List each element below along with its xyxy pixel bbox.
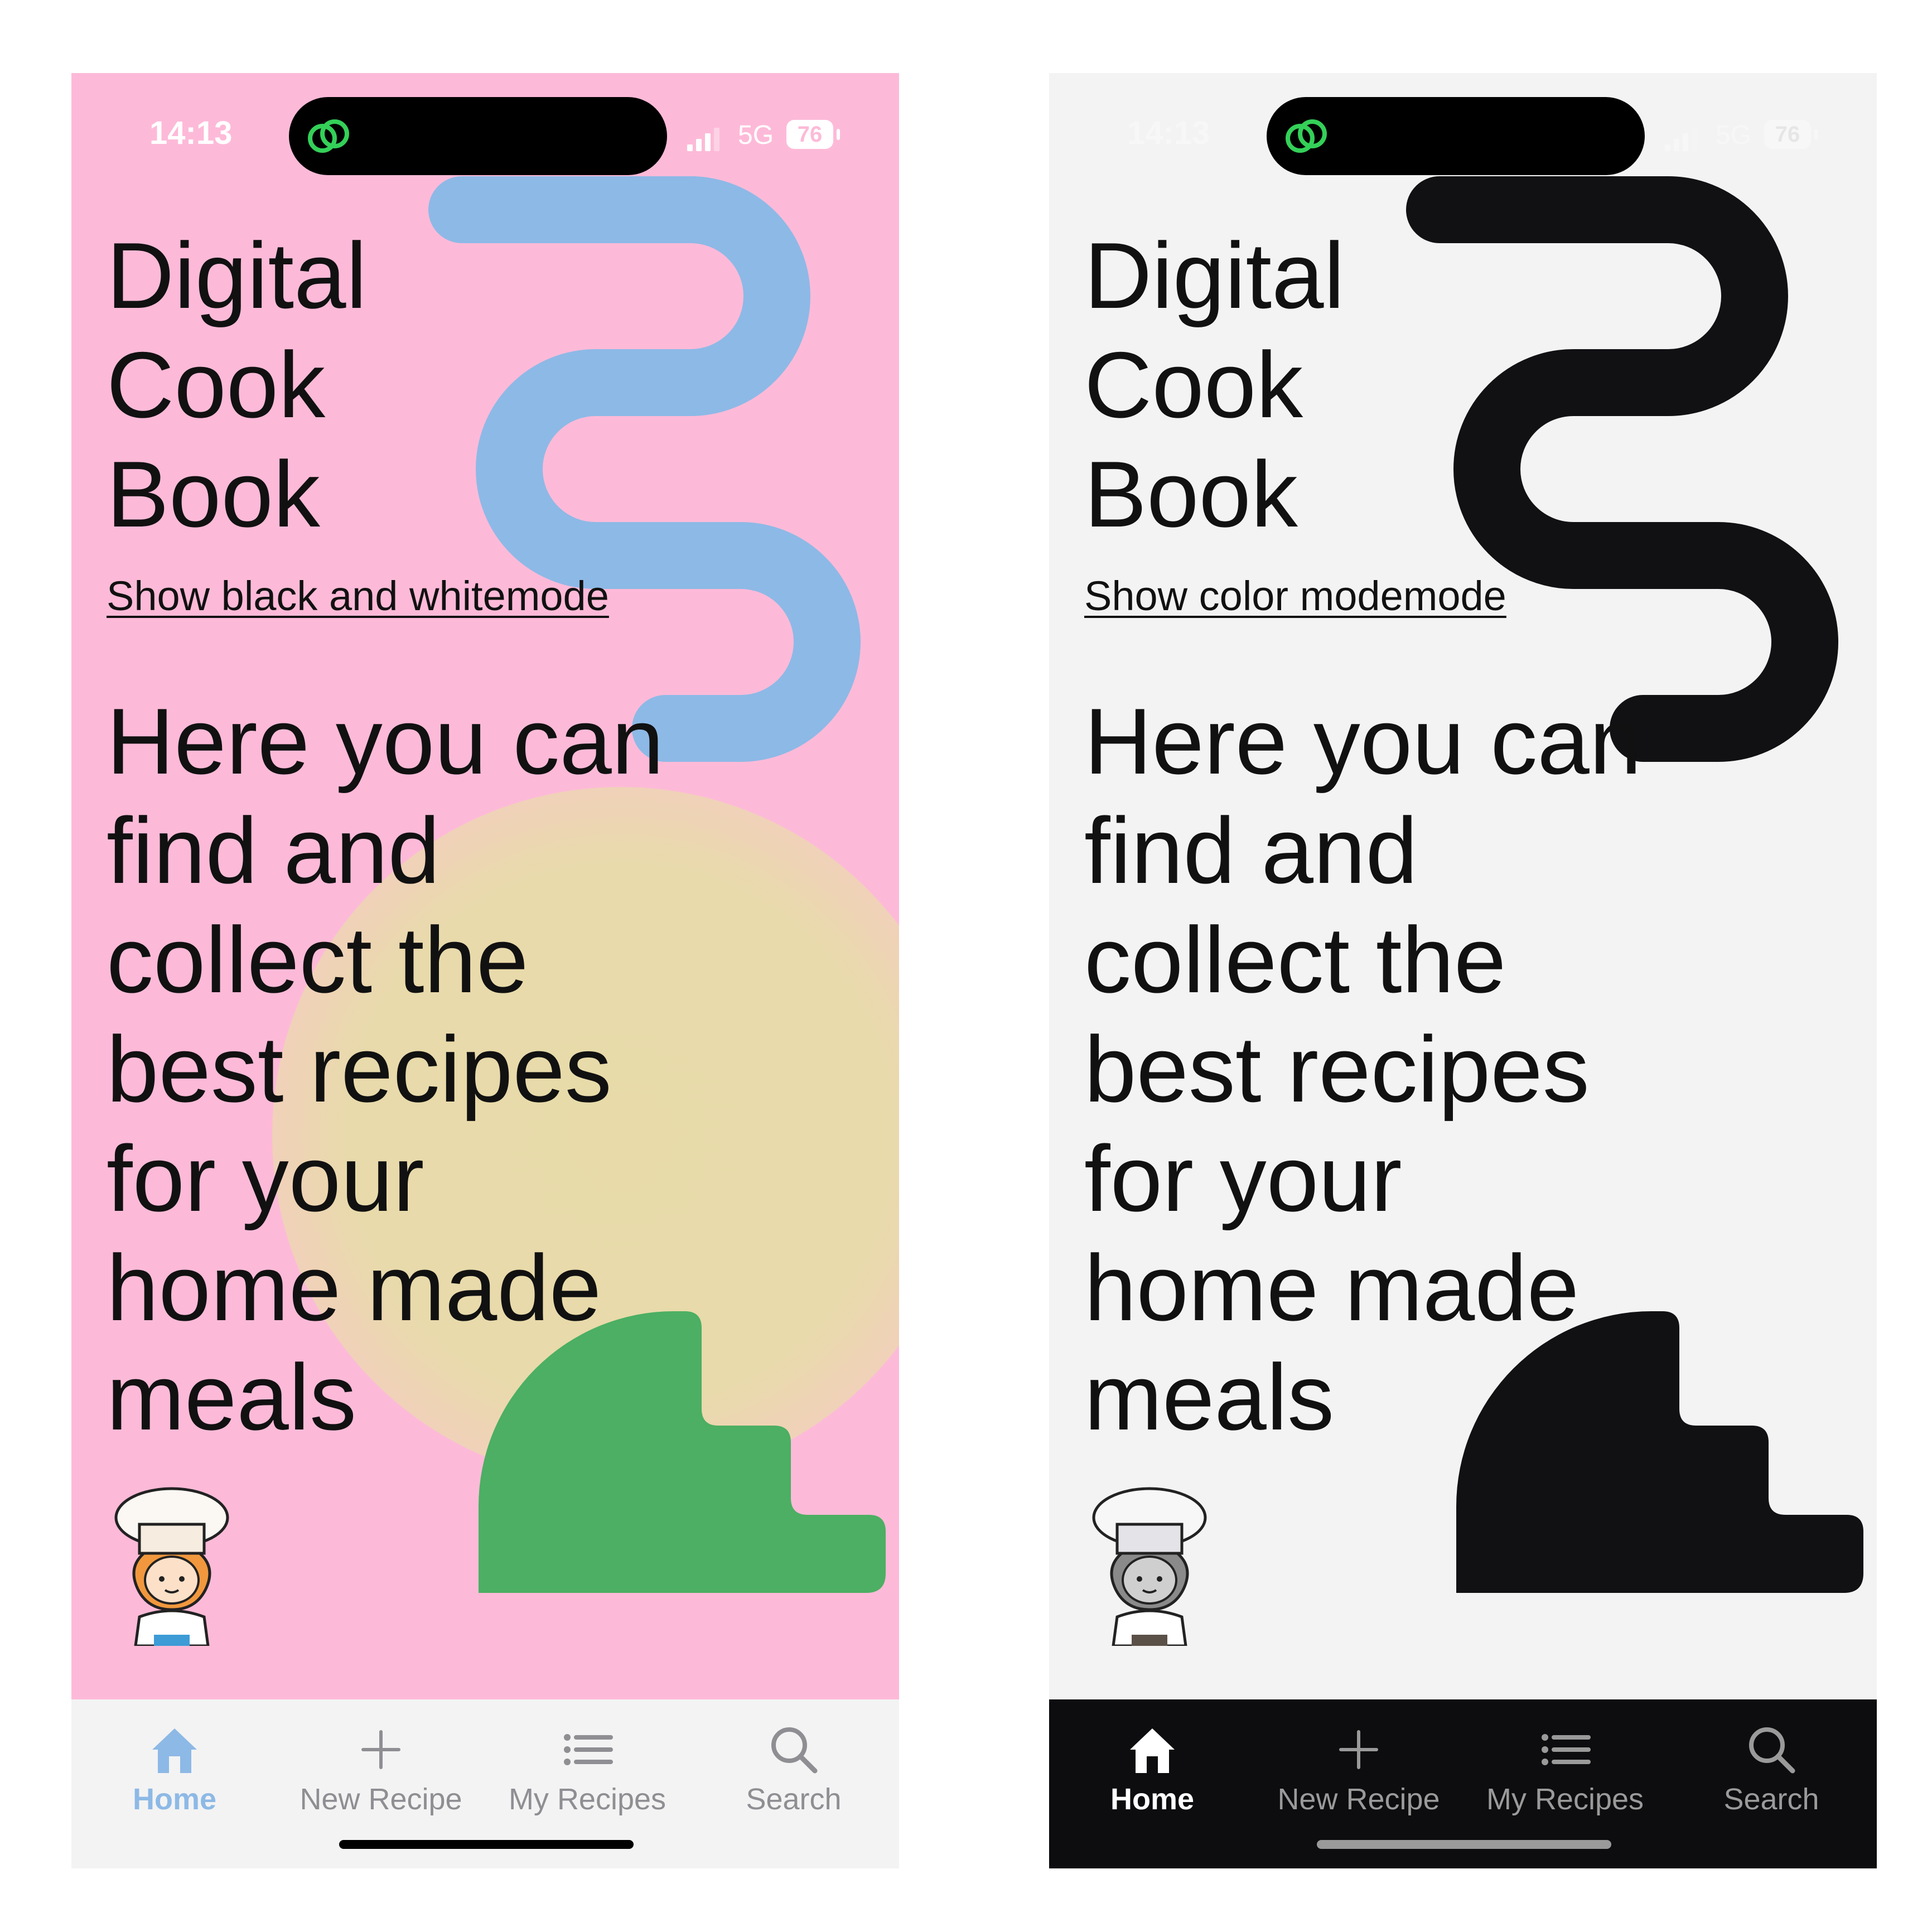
tab-home[interactable]: Home xyxy=(1060,1722,1244,1833)
home-indicator[interactable] xyxy=(339,1840,634,1849)
page-title: Digital Cook Book xyxy=(107,221,497,549)
page-title: Digital Cook Book xyxy=(1084,221,1475,549)
battery-icon: 76 xyxy=(1764,120,1811,149)
tagline-line: find and xyxy=(107,798,440,903)
tagline-line: Here you can xyxy=(107,689,664,794)
status-time: 14:13 xyxy=(1127,115,1210,151)
tab-my-recipes[interactable]: My Recipes xyxy=(1473,1722,1657,1833)
title-line: Book xyxy=(107,442,320,547)
tagline: Here you can find and collect the best r… xyxy=(1084,687,1754,1452)
battery-tip xyxy=(837,129,840,140)
squiggle-shape xyxy=(1406,176,1838,762)
list-icon xyxy=(1542,1734,1591,1765)
home-icon xyxy=(152,1728,197,1773)
plus-icon xyxy=(361,1730,400,1769)
cellular-signal-icon xyxy=(1665,127,1701,151)
phone-screen-color: 14:13 5G 76 Digital Cook Book Show black… xyxy=(71,73,899,1868)
phone-screen-black-and-white: 14:13 5G 76 Digital Cook Book Show color… xyxy=(1049,73,1877,1868)
tagline-line: collect the xyxy=(1084,907,1506,1012)
dynamic-island xyxy=(1267,97,1645,175)
tagline-line: best recipes xyxy=(1084,1017,1590,1122)
plus-icon xyxy=(1339,1730,1378,1769)
mode-toggle-link[interactable]: Show black and whitemode xyxy=(107,572,609,620)
search-icon xyxy=(771,1727,818,1774)
tab-new-recipe[interactable]: New Recipe xyxy=(289,1722,473,1833)
tagline-line: for your xyxy=(1084,1126,1402,1231)
tagline-line: for your xyxy=(107,1126,424,1231)
tagline-line: home made xyxy=(107,1235,602,1340)
battery-icon: 76 xyxy=(786,120,833,149)
status-time: 14:13 xyxy=(149,115,233,151)
tab-my-recipes-label: My Recipes xyxy=(1486,1783,1644,1816)
tab-search-label: Search xyxy=(1723,1783,1819,1816)
tab-new-recipe[interactable]: New Recipe xyxy=(1267,1722,1451,1833)
tab-home-label: Home xyxy=(132,1783,217,1816)
tab-home[interactable]: Home xyxy=(83,1722,267,1833)
network-type: 5G xyxy=(738,120,774,150)
tab-search-label: Search xyxy=(746,1783,842,1816)
tab-new-recipe-label: New Recipe xyxy=(1277,1783,1440,1816)
tagline-line: best recipes xyxy=(107,1017,612,1122)
chef-mascot-icon xyxy=(114,1487,229,1646)
title-line: Digital xyxy=(107,223,367,328)
tagline-line: meals xyxy=(107,1345,357,1450)
tagline-line: Here you can xyxy=(1084,689,1642,794)
tagline-line: collect the xyxy=(107,907,529,1012)
title-line: Digital xyxy=(1084,223,1345,328)
tab-search[interactable]: Search xyxy=(702,1722,886,1833)
tagline-line: find and xyxy=(1084,798,1418,903)
mode-toggle-link[interactable]: Show color modemode xyxy=(1084,572,1506,620)
home-indicator[interactable] xyxy=(1317,1840,1611,1849)
list-icon xyxy=(564,1734,613,1765)
cellular-signal-icon xyxy=(687,127,723,151)
dynamic-island xyxy=(289,97,667,175)
link-rings-icon xyxy=(308,119,349,153)
title-line: Book xyxy=(1084,442,1298,547)
tab-my-recipes[interactable]: My Recipes xyxy=(495,1722,679,1833)
title-line: Cook xyxy=(107,332,326,437)
status-bar: 14:13 5G 76 xyxy=(1049,73,1877,175)
tagline-line: home made xyxy=(1084,1235,1580,1340)
home-icon xyxy=(1130,1728,1175,1773)
status-bar: 14:13 5G 76 xyxy=(71,73,899,175)
battery-tip xyxy=(1814,129,1818,140)
tab-search[interactable]: Search xyxy=(1679,1722,1863,1833)
title-line: Cook xyxy=(1084,332,1303,437)
tagline: Here you can find and collect the best r… xyxy=(107,687,776,1452)
link-rings-icon xyxy=(1286,119,1327,153)
tab-new-recipe-label: New Recipe xyxy=(300,1783,462,1816)
chef-mascot-icon xyxy=(1092,1487,1207,1646)
network-type: 5G xyxy=(1716,120,1752,150)
tagline-line: meals xyxy=(1084,1345,1335,1450)
search-icon xyxy=(1749,1727,1795,1774)
tab-home-label: Home xyxy=(1110,1783,1195,1816)
tab-my-recipes-label: My Recipes xyxy=(508,1783,666,1816)
